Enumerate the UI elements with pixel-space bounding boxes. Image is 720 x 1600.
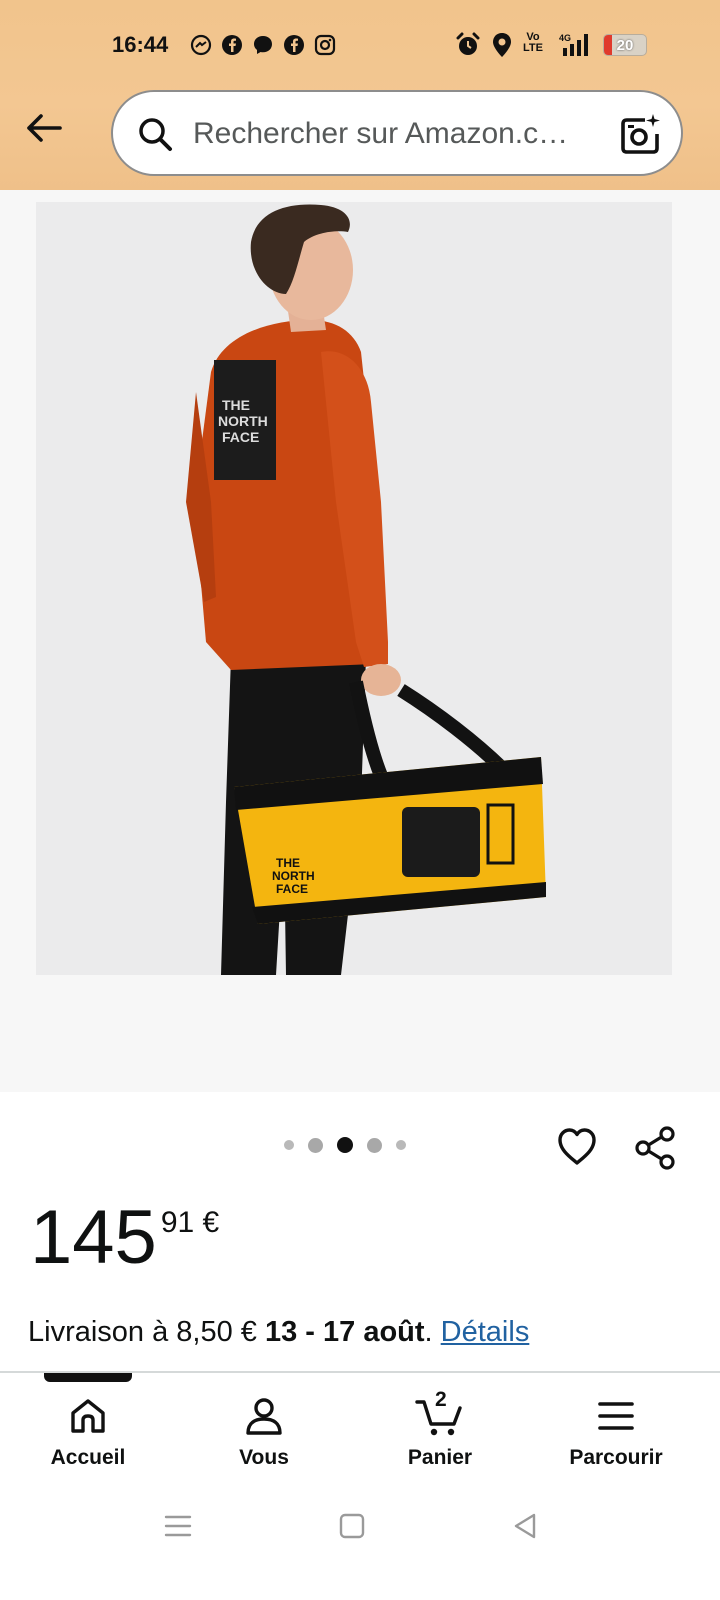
svg-text:NORTH: NORTH [218, 413, 268, 429]
delivery-info: Livraison à 8,50 € 13 - 17 août. Détails [28, 1314, 529, 1350]
system-home-button[interactable] [339, 1512, 365, 1545]
nav-item-account[interactable]: Vous [176, 1374, 352, 1484]
delivery-prefix: Livraison à 8,50 € [28, 1316, 265, 1348]
nav-label-cart: Panier [407, 1446, 473, 1469]
nav-item-home[interactable]: Accueil [0, 1374, 176, 1484]
nav-item-cart[interactable]: 2 Panier [352, 1374, 528, 1484]
status-bar: 16:44 Vo LTE 4G 20 [0, 28, 720, 64]
share-button[interactable] [634, 1126, 678, 1175]
delivery-separator: . [424, 1316, 441, 1348]
product-photo-illustration: THE NORTH FACE THE NORTH FACE [36, 202, 672, 975]
facebook-icon [283, 34, 305, 56]
search-icon [139, 118, 172, 151]
instagram-icon [314, 34, 336, 56]
network-type-label: 4G [559, 33, 571, 43]
price-whole: 145 [30, 1195, 157, 1280]
signal-4g-icon: 4G [553, 32, 593, 58]
nav-label-browse: Parcourir [569, 1446, 663, 1469]
cart-count-badge: 2 [435, 1388, 447, 1411]
nav-label-home: Accueil [50, 1446, 126, 1469]
product-price: 145 91 € [30, 1198, 219, 1278]
location-icon [491, 32, 513, 58]
status-time: 16:44 [112, 32, 169, 57]
menu-icon [598, 1402, 634, 1430]
carousel-indicator [284, 1137, 406, 1153]
volte-icon: Vo LTE [523, 31, 543, 54]
nav-item-browse[interactable]: Parcourir [528, 1374, 704, 1484]
svg-text:THE: THE [276, 856, 300, 870]
battery-indicator: 20 [602, 34, 647, 56]
delivery-dates: 13 - 17 août [264, 1316, 425, 1348]
nav-label-account: Vous [239, 1446, 289, 1469]
svg-text:THE: THE [222, 397, 250, 413]
svg-text:NORTH: NORTH [272, 869, 315, 883]
product-image-carousel[interactable]: THE NORTH FACE THE NORTH FACE [0, 190, 720, 1092]
camera-search-icon[interactable] [619, 112, 663, 156]
heart-icon [558, 1128, 596, 1165]
add-to-wishlist-button[interactable] [556, 1126, 598, 1173]
carousel-dot[interactable] [308, 1137, 323, 1153]
facebook-icon [221, 34, 243, 56]
alarm-icon [455, 32, 481, 58]
share-icon [635, 1126, 675, 1170]
recents-icon [164, 1515, 192, 1537]
home-square-icon [339, 1513, 365, 1539]
carousel-dot[interactable] [284, 1140, 294, 1150]
system-recents-button[interactable] [164, 1512, 192, 1545]
messenger-chat-icon [252, 34, 274, 56]
carousel-dot[interactable] [367, 1137, 382, 1153]
notification-icons [190, 34, 336, 56]
status-right-icons: Vo LTE 4G 20 [455, 32, 647, 58]
system-back-button[interactable] [512, 1512, 538, 1545]
back-button[interactable] [20, 108, 66, 148]
svg-text:FACE: FACE [222, 429, 259, 445]
battery-level: 20 [616, 36, 634, 54]
search-bar[interactable]: Rechercher sur Amazon.c… [111, 90, 683, 176]
home-icon [71, 1399, 105, 1433]
back-triangle-icon [514, 1513, 536, 1539]
delivery-details-link[interactable]: Détails [441, 1316, 530, 1348]
carousel-dot-active[interactable] [337, 1137, 353, 1153]
price-fraction: 91 € [160, 1206, 220, 1239]
messenger-icon [190, 34, 212, 56]
product-image[interactable]: THE NORTH FACE THE NORTH FACE [36, 202, 672, 975]
app-header: 16:44 Vo LTE 4G 20 Rechercher sur Amazon… [0, 0, 720, 190]
system-navigation-bar [0, 1500, 720, 1560]
bottom-navigation: Accueil Vous 2 Panier Parcourir [0, 1374, 720, 1484]
search-input[interactable]: Rechercher sur Amazon.c… [193, 114, 593, 154]
svg-text:FACE: FACE [276, 882, 308, 896]
user-icon [246, 1398, 282, 1435]
carousel-dot[interactable] [396, 1140, 406, 1150]
arrow-left-icon [27, 114, 62, 142]
